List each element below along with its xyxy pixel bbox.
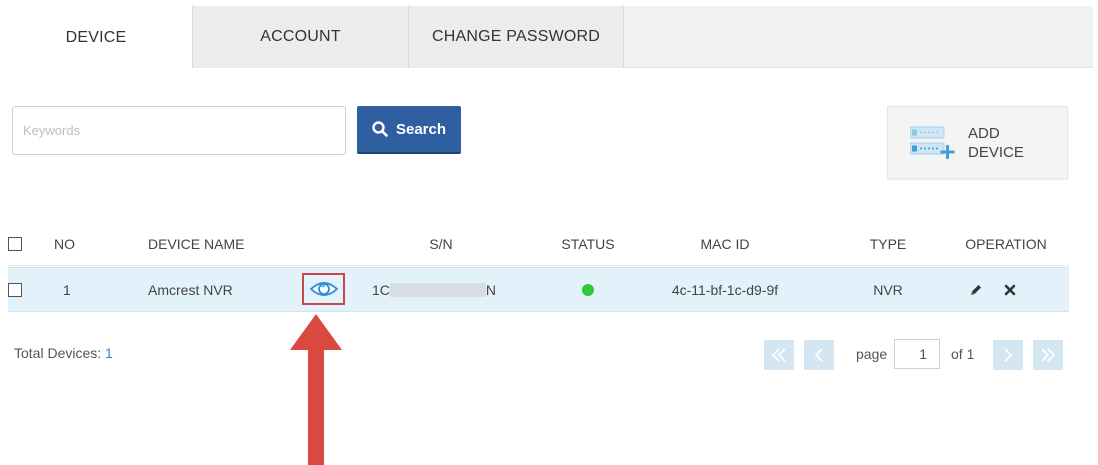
pencil-icon [971, 284, 981, 295]
tab-account[interactable]: ACCOUNT [192, 6, 408, 68]
close-icon [1004, 284, 1016, 295]
tab-bar: DEVICE ACCOUNT CHANGE PASSWORD [0, 6, 1093, 69]
row-sn-prefix: 1C [372, 281, 390, 298]
header-mac-id: MAC ID [700, 235, 750, 252]
header-type: TYPE [869, 235, 907, 252]
row-sn: 1C N [372, 268, 496, 311]
chevron-left-icon [814, 348, 823, 362]
double-chevron-left-icon [771, 348, 786, 362]
select-all-checkbox[interactable] [8, 236, 22, 251]
add-device-button[interactable]: ADD DEVICE [887, 106, 1068, 179]
header-device-name: DEVICE NAME [148, 235, 245, 252]
prev-page-button[interactable] [804, 340, 834, 370]
search-icon [372, 121, 388, 137]
total-devices-label: Total Devices: [14, 345, 102, 361]
row-checkbox[interactable] [8, 282, 22, 297]
row-no: 1 [63, 281, 71, 298]
header-no: NO [54, 235, 75, 252]
search-button[interactable]: Search [357, 106, 461, 154]
tab-device[interactable]: DEVICE [0, 6, 192, 69]
chevron-right-icon [1004, 348, 1013, 362]
last-page-button[interactable] [1033, 340, 1063, 370]
eye-icon [309, 282, 338, 296]
page-total-label: of 1 [951, 346, 975, 362]
next-page-button[interactable] [993, 340, 1023, 370]
keywords-input[interactable] [12, 106, 346, 155]
header-operation: OPERATION [965, 235, 1047, 252]
edit-button[interactable] [969, 268, 983, 311]
row-type: NVR [873, 281, 903, 298]
page-number-input[interactable] [894, 339, 940, 369]
search-button-label: Search [395, 120, 447, 138]
table-row[interactable]: 1 Amcrest NVR 1C N 4c-11-bf-1c-d9-9f NVR [8, 267, 1069, 312]
header-status: STATUS [561, 235, 615, 252]
double-chevron-right-icon [1041, 348, 1056, 362]
page-label: page [856, 346, 888, 362]
add-device-icon [910, 126, 955, 159]
status-online-indicator [582, 283, 594, 296]
view-device-button[interactable] [302, 273, 345, 305]
total-devices: Total Devices: 1 [14, 345, 113, 361]
header-sn: S/N [429, 235, 453, 252]
annotation-arrow-icon [290, 314, 342, 465]
row-sn-suffix: N [485, 281, 497, 298]
add-device-label: ADD DEVICE [968, 124, 1024, 161]
sn-redaction [389, 282, 486, 297]
table-header: NO DEVICE NAME S/N STATUS MAC ID TYPE OP… [8, 222, 1069, 266]
row-mac-id: 4c-11-bf-1c-d9-9f [671, 281, 779, 298]
row-device-name: Amcrest NVR [148, 281, 233, 298]
total-devices-count: 1 [105, 345, 113, 361]
delete-button[interactable] [1004, 268, 1016, 311]
first-page-button[interactable] [764, 340, 794, 370]
tab-change-password[interactable]: CHANGE PASSWORD [408, 6, 624, 68]
